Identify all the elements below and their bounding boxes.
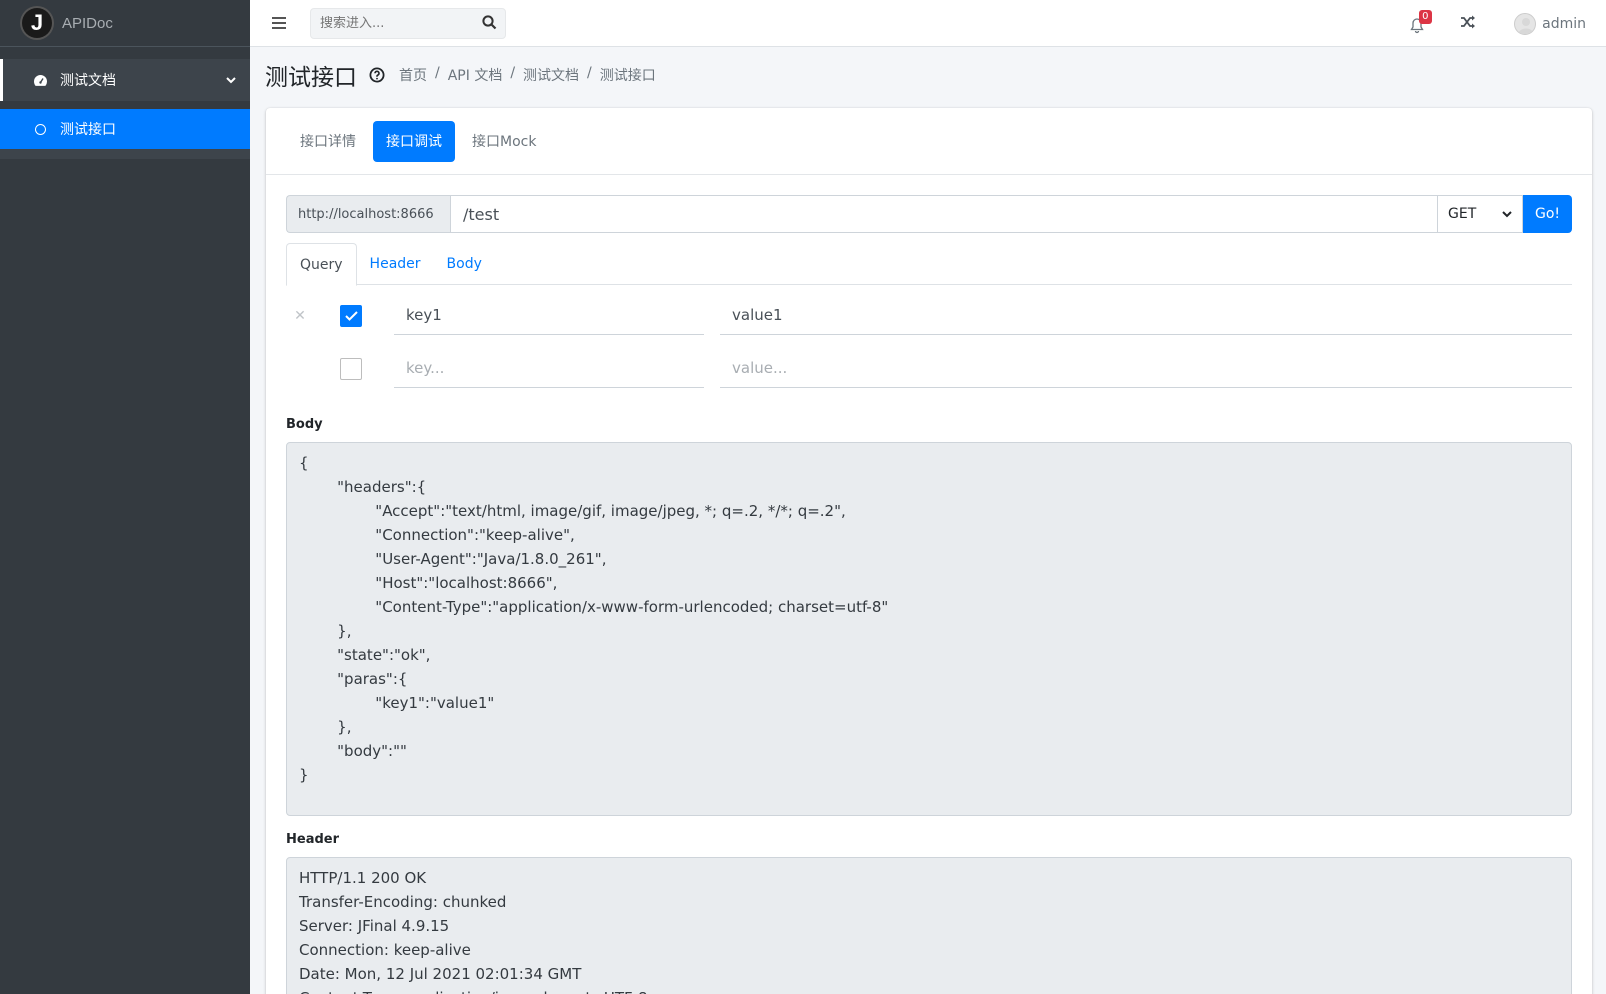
check-icon [344, 310, 358, 321]
sidebar-item-test-docs[interactable]: 测试文档 [0, 59, 250, 101]
base-url: http://localhost:8666 [286, 195, 450, 233]
chevron-down-icon [226, 73, 236, 87]
request-tabs: Query Header Body [286, 243, 1572, 286]
sidebar: J APIDoc 测试文档 测试接口 [0, 0, 250, 994]
breadcrumb-separator: / [435, 65, 440, 81]
menu-icon[interactable] [272, 13, 292, 34]
breadcrumb-item-api-docs[interactable]: API 文档 [448, 65, 503, 85]
param-key-input[interactable]: key1 [394, 297, 704, 335]
sidebar-item-label: 测试文档 [60, 73, 116, 89]
notification-badge: 0 [1419, 9, 1432, 24]
card-body: http://localhost:8666 /test GET Go! Quer… [266, 175, 1592, 994]
topbar-actions: 0 admin [1410, 0, 1586, 47]
search-icon[interactable] [482, 14, 497, 34]
search-box [310, 7, 506, 39]
breadcrumb-item-home[interactable]: 首页 [399, 65, 427, 85]
help-icon[interactable] [369, 67, 385, 83]
tab-header[interactable]: Header [357, 243, 434, 284]
tab-api-mock[interactable]: 接口Mock [459, 121, 549, 162]
chevron-down-icon [1502, 210, 1512, 217]
response-header-textarea[interactable]: HTTP/1.1 200 OK Transfer-Encoding: chunk… [286, 857, 1572, 994]
topbar: 0 admin [250, 0, 1606, 47]
response-body-textarea[interactable]: { "headers":{ "Accept":"text/html, image… [286, 442, 1572, 816]
tab-body[interactable]: Body [434, 243, 495, 284]
path-input[interactable]: /test [450, 195, 1438, 233]
go-button[interactable]: Go! [1523, 195, 1572, 233]
param-key-input[interactable]: key... [394, 350, 704, 388]
param-value-input[interactable]: value... [720, 350, 1572, 388]
main-card: 接口详情 接口调试 接口Mock http://localhost:8666 /… [266, 108, 1592, 994]
search-input[interactable] [320, 15, 470, 31]
sidebar-item-test-api[interactable]: 测试接口 [0, 109, 250, 149]
method-value: GET [1448, 206, 1477, 222]
brand-name: APIDoc [62, 14, 113, 32]
shuffle-icon[interactable] [1460, 15, 1476, 33]
tab-query[interactable]: Query [286, 243, 357, 286]
brand[interactable]: J APIDoc [0, 0, 250, 47]
circle-icon [32, 123, 48, 135]
sidebar-nav: 测试文档 测试接口 [0, 47, 250, 159]
header-label: Header [286, 832, 340, 847]
breadcrumb-separator: / [587, 65, 592, 81]
breadcrumb-separator: / [510, 65, 516, 81]
param-checkbox[interactable] [340, 357, 362, 380]
breadcrumb: 首页 / API 文档 / 测试文档 / 测试接口 [399, 65, 656, 85]
request-url-row: http://localhost:8666 /test GET Go! [286, 195, 1572, 233]
dashboard-icon [32, 74, 48, 86]
content-header: 测试接口 首页 / API 文档 / 测试文档 / 测试接口 [265, 58, 656, 92]
param-value-input[interactable]: value1 [720, 297, 1572, 335]
username: admin [1542, 15, 1586, 32]
page-title: 测试接口 [265, 65, 357, 91]
nav-divider [0, 149, 250, 159]
tab-api-details[interactable]: 接口详情 [287, 121, 369, 162]
brand-logo: J [22, 8, 52, 38]
notification-button[interactable]: 0 [1410, 9, 1432, 33]
param-row-empty: key... value... [286, 342, 1572, 395]
sidebar-item-label: 测试接口 [60, 122, 116, 138]
method-select[interactable]: GET [1438, 195, 1523, 233]
body-label: Body [286, 417, 323, 432]
param-row: ✕ key1 value1 [286, 289, 1572, 342]
breadcrumb-item-test-docs[interactable]: 测试文档 [523, 65, 579, 85]
tab-api-debug[interactable]: 接口调试 [373, 120, 455, 162]
avatar [1514, 12, 1537, 35]
remove-icon[interactable]: ✕ [286, 308, 314, 324]
breadcrumb-item-current: 测试接口 [599, 68, 656, 84]
param-checkbox[interactable] [340, 304, 362, 327]
user-menu[interactable]: admin [1514, 12, 1586, 35]
card-tabs: 接口详情 接口调试 接口Mock [266, 108, 1592, 175]
